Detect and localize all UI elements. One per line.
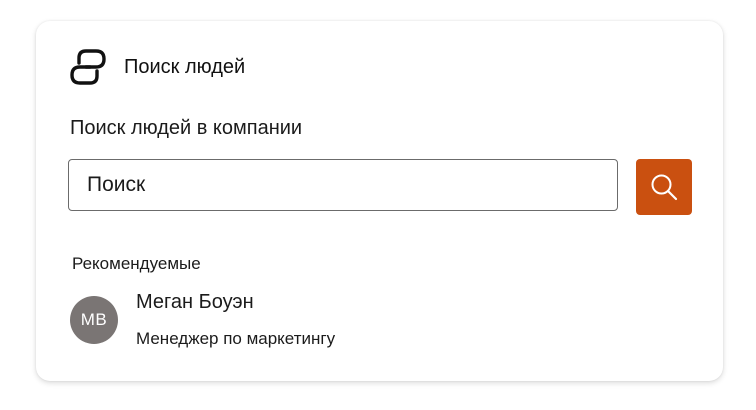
person-name: Меган Боуэн — [136, 291, 254, 313]
people-search-app-icon — [70, 49, 106, 85]
app-title: Поиск людей — [124, 55, 246, 78]
avatar: MB — [70, 296, 118, 344]
recommended-label: Рекомендуемые — [72, 254, 201, 273]
search-input[interactable] — [68, 159, 618, 211]
card-header: Поиск людей — [66, 45, 245, 89]
people-search-card: Поиск людей Поиск людей в компании Реком… — [36, 21, 723, 381]
recommended-person-item[interactable]: MB Меган Боуэн Менеджер по маркетингу — [70, 289, 670, 355]
search-icon — [651, 174, 678, 201]
search-button[interactable] — [636, 159, 692, 215]
person-role: Менеджер по маркетингу — [136, 329, 336, 348]
search-section-title: Поиск людей в компании — [70, 117, 303, 139]
